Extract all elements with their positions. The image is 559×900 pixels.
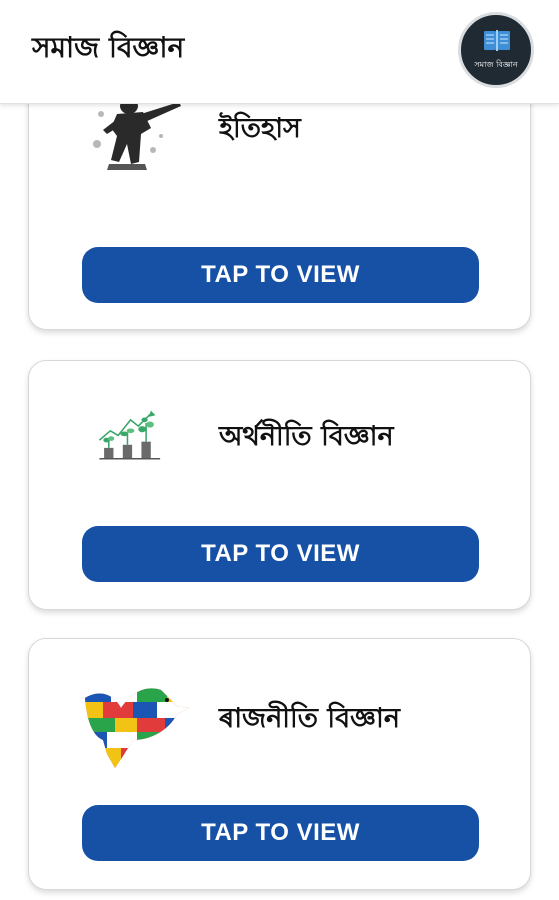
card-title-history: ইতিহাস xyxy=(219,113,301,144)
app-bar: সমাজ বিজ্ঞান সমাজ বিজ্ঞান xyxy=(0,0,559,104)
flags-dove-icon xyxy=(85,688,189,768)
tap-to-view-history-button[interactable]: TAP TO VIEW xyxy=(82,247,479,303)
book-icon xyxy=(484,30,510,51)
subject-card-political-science: ৰাজনীতি বিজ্ঞান TAP TO VIEW xyxy=(28,638,531,890)
tap-to-view-political-science-button[interactable]: TAP TO VIEW xyxy=(82,805,479,861)
app-title: সমাজ বিজ্ঞান xyxy=(32,31,185,64)
growth-plants-icon xyxy=(98,410,161,460)
app-screen: সমাজ বিজ্ঞান সমাজ বিজ্ঞান ইতিহাস TAP TO … xyxy=(0,0,559,900)
card-title-political-science: ৰাজনীতি বিজ্ঞান xyxy=(219,703,400,734)
card-title-economics: অৰ্থনীতি বিজ্ঞান xyxy=(219,421,394,452)
tap-to-view-economics-button[interactable]: TAP TO VIEW xyxy=(82,526,479,582)
app-logo[interactable]: সমাজ বিজ্ঞান xyxy=(458,12,534,88)
subject-card-economics: অৰ্থনীতি বিজ্ঞান TAP TO VIEW xyxy=(28,360,531,610)
logo-caption: সমাজ বিজ্ঞান xyxy=(474,60,518,69)
